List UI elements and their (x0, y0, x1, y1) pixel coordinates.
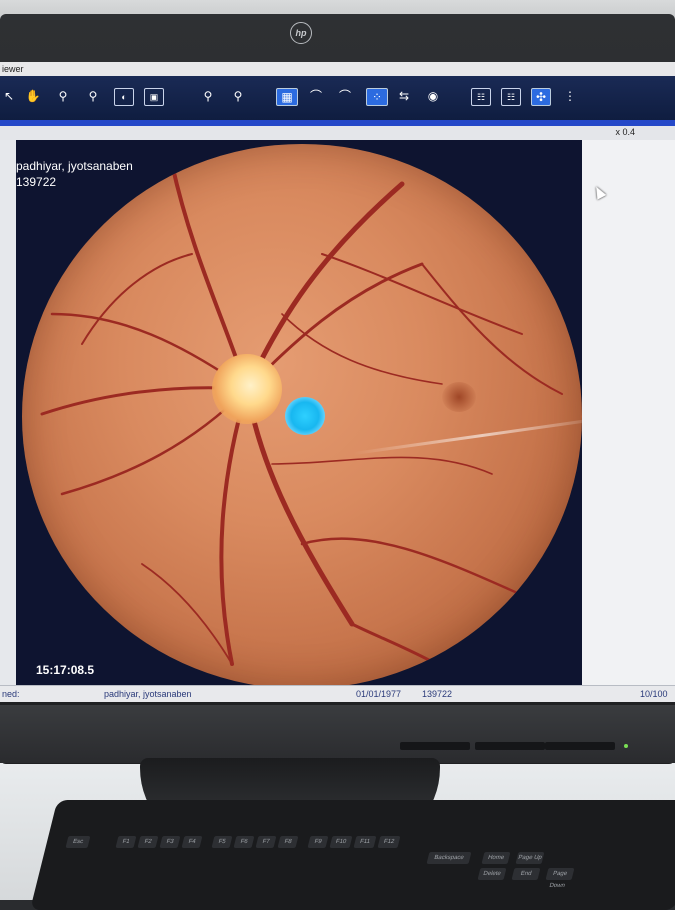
crop-icon[interactable]: ▣ (144, 88, 164, 106)
histogram-alt-icon[interactable]: ⌒ (334, 88, 356, 104)
zoom-level: x 0.4 (615, 127, 635, 137)
mouse-pointer-icon (591, 184, 607, 200)
capture-timestamp: 15:17:08.5 (36, 663, 95, 677)
key-end: End (511, 868, 541, 880)
magnify-icon[interactable]: ⚲ (199, 88, 217, 104)
monitor-button[interactable] (545, 742, 615, 750)
key-f7: F7 (255, 836, 277, 848)
key-f4: F4 (181, 836, 203, 848)
monitor-screen: iewer ↖ ✋ ⚲ ⚲ ◐ ▣ ⚲ ⚲ ▦ ⌒ ⌒ ⁘ ⇆ ◉ ☷ ☷ ✣ … (0, 62, 675, 702)
monitor-button[interactable] (475, 742, 545, 750)
info-icon[interactable]: ⋮ (561, 88, 579, 104)
status-patient-id: 139722 (422, 689, 453, 699)
magnify-alt-icon[interactable]: ⚲ (229, 88, 247, 104)
key-f2: F2 (137, 836, 159, 848)
key-f3: F3 (159, 836, 181, 848)
key-page-down: Page Down (545, 868, 575, 889)
key-f1: F1 (115, 836, 137, 848)
status-page: 10/100 (640, 689, 668, 699)
key-home: Home (481, 852, 511, 864)
key-f8: F8 (277, 836, 299, 848)
zoom-out-icon[interactable]: ⚲ (84, 88, 102, 104)
status-bar: ned: padhiyar, jyotsanaben 01/01/1977 13… (0, 685, 675, 702)
status-patient-name: padhiyar, jyotsanaben (104, 689, 192, 699)
key-f10: F10 (329, 836, 353, 848)
layout-icon[interactable]: ☷ (471, 88, 491, 106)
key-backspace: Backspace (426, 852, 472, 864)
power-led (624, 744, 628, 748)
key-f12: F12 (377, 836, 401, 848)
zoom-row: x 0.4 (0, 126, 675, 140)
fundus-image (22, 144, 582, 689)
key-page-up: Page Up (515, 852, 545, 864)
monitor-button[interactable] (400, 742, 470, 750)
key-f5: F5 (211, 836, 233, 848)
compare-icon[interactable]: ▦ (276, 88, 298, 106)
left-panel (0, 140, 16, 685)
settings-icon[interactable]: ✣ (531, 88, 551, 106)
monitor-bottom-bezel (0, 705, 675, 763)
patient-info: padhiyar, jyotsanaben 139722 (16, 158, 133, 190)
key-f11: F11 (353, 836, 377, 848)
grid-view-icon[interactable]: ⁘ (366, 88, 388, 106)
status-dob: 01/01/1977 (356, 689, 402, 699)
patient-id: 139722 (16, 175, 57, 189)
key-delete: Delete (477, 868, 507, 880)
toolbar: ↖ ✋ ⚲ ⚲ ◐ ▣ ⚲ ⚲ ▦ ⌒ ⌒ ⁘ ⇆ ◉ ☷ ☷ ✣ ⋮ (0, 76, 675, 120)
histogram-icon[interactable]: ⌒ (305, 88, 327, 104)
arrow-cursor-icon[interactable]: ↖ (0, 88, 18, 104)
zoom-in-icon[interactable]: ⚲ (54, 88, 72, 104)
invert-icon[interactable]: ◐ (114, 88, 134, 106)
image-viewer[interactable]: padhiyar, jyotsanaben 139722 15:17:08.5 (16, 140, 582, 689)
hand-icon[interactable]: ✋ (24, 88, 42, 104)
key-f6: F6 (233, 836, 255, 848)
keyboard: Esc F1 F2 F3 F4 F5 F6 F7 F8 F9 F10 F11 F… (30, 800, 675, 910)
fundus-rim (22, 144, 582, 689)
snapshot-icon[interactable]: ◉ (424, 88, 442, 104)
patient-name: padhiyar, jyotsanaben (16, 159, 133, 173)
hp-logo: hp (290, 22, 312, 44)
key-f9: F9 (307, 836, 329, 848)
key-esc: Esc (65, 836, 91, 848)
layout-alt-icon[interactable]: ☷ (501, 88, 521, 106)
flip-icon[interactable]: ⇆ (395, 88, 413, 104)
status-label: ned: (2, 689, 20, 699)
window-title: iewer (0, 62, 675, 76)
right-panel (582, 140, 675, 685)
